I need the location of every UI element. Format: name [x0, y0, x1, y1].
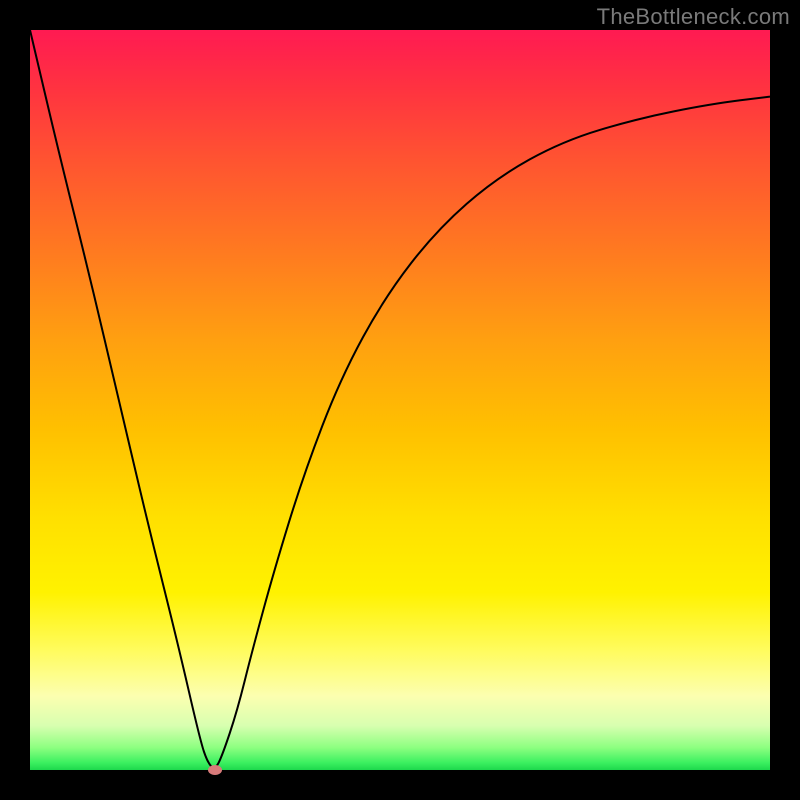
bottleneck-curve [30, 30, 770, 770]
plot-area [30, 30, 770, 770]
watermark-text: TheBottleneck.com [597, 4, 790, 30]
chart-frame: TheBottleneck.com [0, 0, 800, 800]
min-marker [208, 765, 222, 775]
